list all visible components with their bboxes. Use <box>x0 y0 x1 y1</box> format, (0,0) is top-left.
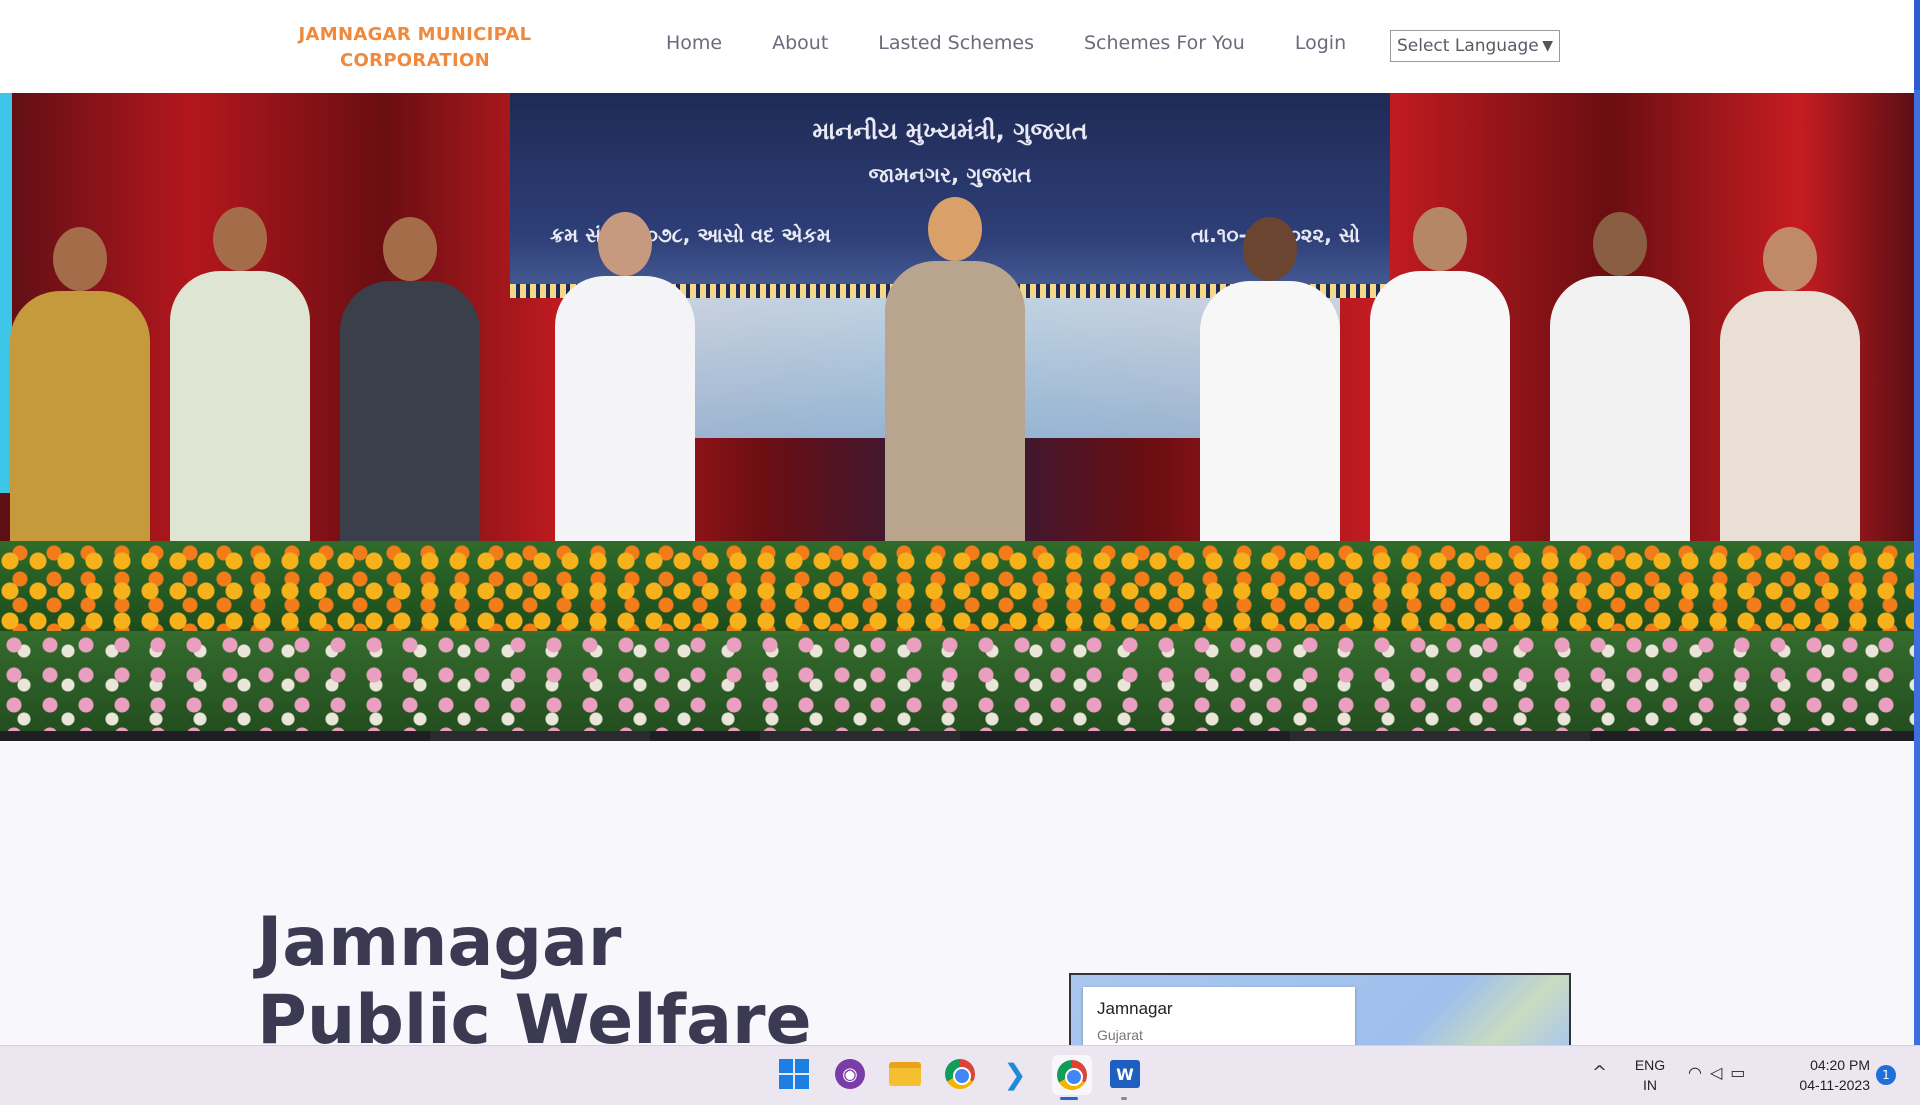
brand-line-1: JAMNAGAR MUNICIPAL <box>298 24 532 45</box>
map-info-card: Jamnagar Gujarat <box>1083 987 1355 1051</box>
dropdown-arrow-icon: ▼ <box>1542 38 1553 54</box>
volume-icon[interactable]: ◁ <box>1710 1063 1730 1082</box>
map-place-title: Jamnagar <box>1097 999 1173 1018</box>
chrome-profile-icon[interactable] <box>1052 1055 1092 1095</box>
language-select-label: Select Language <box>1397 36 1539 56</box>
clock-date: 04-11-2023 <box>1799 1077 1870 1093</box>
nav-lasted-schemes[interactable]: Lasted Schemes <box>878 32 1034 54</box>
site-header: JAMNAGAR MUNICIPAL CORPORATION Home Abou… <box>0 0 1914 93</box>
windows-start-icon[interactable] <box>777 1057 811 1091</box>
screen-text-line-1: માનનીય મુખ્યમંત્રી, ગુજરાત <box>812 117 1088 145</box>
hero-banner-image: માનનીય મુખ્યમંત્રી, ગુજરાત જામનગર, ગુજરા… <box>0 93 1914 741</box>
github-desktop-icon[interactable]: ◉ <box>833 1057 867 1091</box>
page-scrollbar[interactable] <box>1914 0 1920 1045</box>
chrome-icon[interactable] <box>943 1057 977 1091</box>
screen-text-line-3: ક્રમ સંવત ૨૦૭૮, આસો વદ એકમ <box>550 223 831 247</box>
screen-text-line-2: જામનગર, ગુજરાત <box>868 163 1032 187</box>
system-clock[interactable]: 04:20 PM 04-11-2023 <box>1780 1055 1870 1095</box>
main-nav: Home About Lasted Schemes Schemes For Yo… <box>666 32 1396 54</box>
file-explorer-icon[interactable] <box>888 1057 922 1091</box>
lang-code: ENG <box>1634 1057 1666 1073</box>
flower-garland <box>0 541 1914 631</box>
wifi-icon[interactable]: ◠ <box>1688 1063 1710 1082</box>
nav-about[interactable]: About <box>772 32 828 54</box>
region-code: IN <box>1643 1077 1657 1093</box>
input-language-indicator[interactable]: ENG IN <box>1630 1055 1670 1095</box>
scrollbar-thumb[interactable] <box>1914 0 1920 90</box>
notification-badge[interactable]: 1 <box>1876 1065 1896 1085</box>
running-app-indicator <box>1121 1097 1127 1100</box>
vscode-icon[interactable]: ❯ <box>998 1057 1032 1091</box>
flower-bed <box>0 631 1914 731</box>
embedded-map[interactable]: Jamnagar Gujarat <box>1069 973 1571 1053</box>
nav-home[interactable]: Home <box>666 32 722 54</box>
battery-icon[interactable]: ▭ <box>1730 1063 1753 1082</box>
map-place-subtitle: Gujarat <box>1097 1027 1143 1043</box>
language-select[interactable]: Select Language ▼ <box>1390 30 1560 62</box>
nav-schemes-for-you[interactable]: Schemes For You <box>1084 32 1245 54</box>
brand-line-2: CORPORATION <box>340 50 490 71</box>
headline-line-1: Jamnagar <box>257 903 622 982</box>
main-content: Jamnagar Public Welfare Jamnagar Gujarat <box>0 741 1914 1060</box>
word-icon[interactable]: W <box>1108 1057 1142 1091</box>
tray-overflow-chevron-icon[interactable]: ^ <box>1592 1062 1607 1083</box>
system-tray-icons[interactable]: ◠◁▭ <box>1688 1063 1753 1082</box>
clock-time: 04:20 PM <box>1810 1057 1870 1073</box>
active-app-indicator <box>1060 1097 1078 1100</box>
page-headline: Jamnagar Public Welfare <box>257 904 812 1060</box>
nav-login[interactable]: Login <box>1295 32 1346 54</box>
brand-logo-text[interactable]: JAMNAGAR MUNICIPAL CORPORATION <box>290 22 540 74</box>
